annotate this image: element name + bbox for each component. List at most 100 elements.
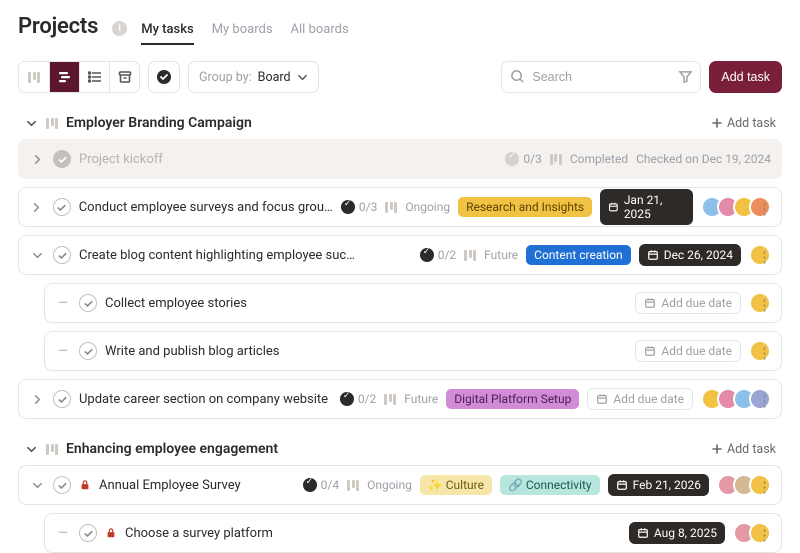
complete-checkbox[interactable]: [53, 246, 71, 264]
subtask-dash-icon: —: [55, 526, 71, 541]
archive-view-icon[interactable]: [109, 62, 139, 92]
info-icon[interactable]: i: [112, 21, 127, 36]
groupby-selector[interactable]: Group by: Board: [188, 61, 319, 93]
tag[interactable]: ✨ Culture: [420, 475, 492, 495]
row-menu-icon[interactable]: ⋮: [757, 248, 773, 266]
row-menu-icon[interactable]: ⋮: [757, 478, 773, 496]
task-row[interactable]: — Choose a survey platform Aug 8, 2025 ⋮: [44, 513, 782, 553]
tab-my-tasks[interactable]: My tasks: [141, 22, 193, 45]
complete-checkbox[interactable]: [53, 390, 71, 408]
expand-toggle[interactable]: [29, 202, 45, 213]
task-title: Annual Employee Survey: [99, 478, 241, 493]
checked-on-label: Checked on Dec 19, 2024: [636, 152, 771, 166]
task-title: Conduct employee surveys and focus group…: [79, 200, 333, 215]
tab-all-boards[interactable]: All boards: [291, 22, 349, 45]
complete-checkbox[interactable]: [53, 198, 71, 216]
tag[interactable]: Content creation: [526, 245, 631, 265]
expand-toggle[interactable]: [29, 480, 45, 491]
subtask-count: 0/3: [505, 152, 541, 166]
group-collapse-icon[interactable]: [24, 118, 38, 129]
lock-icon: [105, 527, 117, 539]
kanban-icon: [347, 480, 359, 491]
group-collapse-icon[interactable]: [24, 444, 38, 455]
list-view-icon[interactable]: [79, 62, 109, 92]
subtask-count: 0/2: [340, 392, 376, 406]
status-label: Ongoing: [367, 478, 412, 492]
add-due-date[interactable]: Add due date: [635, 340, 741, 362]
row-menu-icon[interactable]: ⋮: [757, 296, 773, 314]
search-input[interactable]: [501, 61, 701, 93]
task-title: Project kickoff: [79, 152, 163, 167]
task-row[interactable]: Update career section on company website…: [18, 379, 782, 419]
complete-checkbox[interactable]: [79, 524, 97, 542]
search-box: [501, 61, 701, 93]
search-icon: [510, 69, 525, 84]
task-title: Update career section on company website: [79, 392, 328, 407]
kanban-icon: [385, 202, 397, 213]
task-row[interactable]: Create blog content highlighting employe…: [18, 235, 782, 275]
task-row[interactable]: — Write and publish blog articles Add due …: [44, 331, 782, 371]
complete-checkbox[interactable]: [79, 342, 97, 360]
task-row[interactable]: Project kickoff 0/3 Completed Checked on De…: [18, 139, 782, 179]
view-switcher: [18, 61, 140, 93]
status-label: Ongoing: [405, 200, 450, 214]
subtask-dash-icon: —: [55, 344, 71, 359]
task-title: Collect employee stories: [105, 296, 247, 311]
status-label: Completed: [570, 152, 628, 166]
complete-checkbox[interactable]: [79, 294, 97, 312]
subtask-dash-icon: —: [55, 296, 71, 311]
status-label: Future: [404, 392, 438, 406]
complete-checkbox[interactable]: [53, 150, 71, 168]
tag[interactable]: Digital Platform Setup: [446, 389, 579, 409]
groupby-label: Group by:: [199, 70, 252, 85]
task-row[interactable]: Annual Employee Survey 0/4 Ongoing ✨ Cultur…: [18, 465, 782, 505]
plus-icon: [711, 443, 723, 455]
kanban-icon: [384, 394, 396, 405]
row-menu-icon[interactable]: ⋮: [757, 200, 773, 218]
chevron-down-icon: [297, 72, 308, 83]
add-due-date[interactable]: Add due date: [635, 292, 741, 314]
timeline-view-icon[interactable]: [49, 62, 79, 92]
tag[interactable]: Research and Insights: [458, 197, 592, 217]
group-title: Employer Branding Campaign: [66, 115, 252, 131]
subtask-count: 0/4: [303, 478, 339, 492]
task-title: Choose a survey platform: [125, 526, 273, 541]
kanban-icon: [464, 250, 476, 261]
task-row[interactable]: — Collect employee stories Add due date ⋮: [44, 283, 782, 323]
expand-toggle[interactable]: [29, 394, 45, 405]
add-task-link[interactable]: Add task: [711, 116, 776, 131]
lock-icon: [79, 479, 91, 491]
task-row[interactable]: Conduct employee surveys and focus group…: [18, 187, 782, 227]
page-title: Projects: [18, 14, 98, 39]
task-title: Write and publish blog articles: [105, 344, 280, 359]
group-title: Enhancing employee engagement: [66, 441, 278, 457]
kanban-icon: [46, 444, 58, 455]
kanban-icon: [550, 154, 562, 165]
plus-icon: [711, 117, 723, 129]
due-date[interactable]: Dec 26, 2024: [639, 244, 741, 266]
tabs: My tasks My boards All boards: [141, 22, 348, 45]
complete-checkbox[interactable]: [53, 476, 71, 494]
add-task-link[interactable]: Add task: [711, 442, 776, 457]
groupby-value: Board: [258, 70, 291, 85]
task-title: Create blog content highlighting employe…: [79, 248, 359, 263]
add-due-date[interactable]: Add due date: [587, 388, 693, 410]
subtask-count: 0/3: [341, 200, 377, 214]
tag[interactable]: 🔗 Connectivity: [500, 475, 600, 495]
kanban-icon: [46, 118, 58, 129]
due-date[interactable]: Jan 21, 2025: [600, 189, 693, 225]
row-menu-icon[interactable]: ⋮: [757, 392, 773, 410]
row-menu-icon[interactable]: ⋮: [757, 344, 773, 362]
add-task-button[interactable]: Add task: [709, 61, 782, 93]
expand-toggle[interactable]: [29, 250, 45, 261]
board-view-icon[interactable]: [19, 62, 49, 92]
filter-icon[interactable]: [678, 69, 693, 84]
subtask-count: 0/2: [420, 248, 456, 262]
status-label: Future: [484, 248, 518, 262]
due-date[interactable]: Feb 21, 2026: [608, 474, 709, 496]
expand-toggle[interactable]: [29, 154, 45, 165]
check-circle-icon[interactable]: [148, 61, 180, 93]
row-menu-icon[interactable]: ⋮: [757, 526, 773, 544]
tab-my-boards[interactable]: My boards: [212, 22, 273, 45]
due-date[interactable]: Aug 8, 2025: [629, 522, 725, 544]
